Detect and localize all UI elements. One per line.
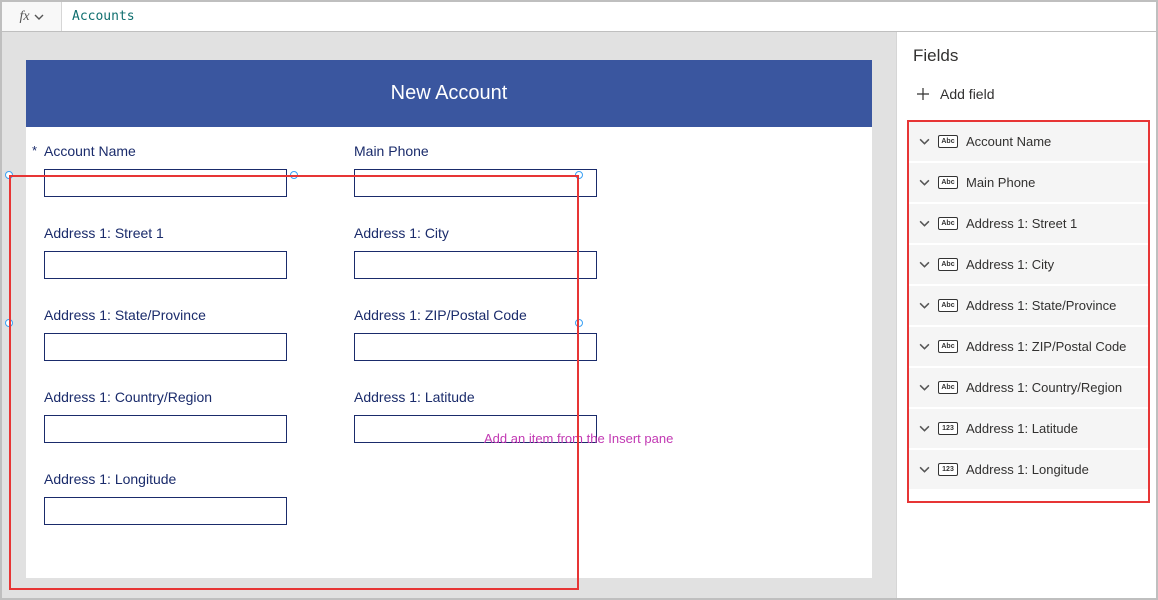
field-item-latitude[interactable]: 123 Address 1: Latitude [909,409,1148,448]
resize-handle[interactable] [5,171,13,179]
field-longitude[interactable]: Address 1: Longitude [44,471,324,525]
type-badge-text-icon: Abc [938,176,958,189]
chevron-down-icon [34,12,44,22]
field-item-main-phone[interactable]: Abc Main Phone [909,163,1148,202]
field-item-account-name[interactable]: Abc Account Name [909,122,1148,161]
canvas-area[interactable]: New Account * Account Name Main Phone Ad… [2,32,896,598]
formula-bar: fx Accounts [2,2,1156,32]
fx-label: fx [19,9,29,25]
resize-handle[interactable] [5,319,13,327]
field-label: Account Name [44,143,324,159]
type-badge-text-icon: Abc [938,217,958,230]
field-item-country-region[interactable]: Abc Address 1: Country/Region [909,368,1148,407]
field-item-state-province[interactable]: Abc Address 1: State/Province [909,286,1148,325]
fields-list: Abc Account Name Abc Main Phone Abc Addr… [907,120,1150,503]
type-badge-number-icon: 123 [938,463,958,476]
chevron-down-icon [919,382,930,393]
field-item-label: Address 1: Latitude [966,421,1078,436]
panel-title: Fields [897,32,1156,78]
field-item-label: Address 1: Longitude [966,462,1089,477]
workspace: New Account * Account Name Main Phone Ad… [2,32,1156,598]
resize-handle[interactable] [575,171,583,179]
chevron-down-icon [919,177,930,188]
type-badge-text-icon: Abc [938,258,958,271]
field-item-longitude[interactable]: 123 Address 1: Longitude [909,450,1148,489]
resize-handle[interactable] [575,319,583,327]
chevron-down-icon [919,464,930,475]
field-item-street-1[interactable]: Abc Address 1: Street 1 [909,204,1148,243]
fields-panel: Fields Add field Abc Account Name Abc Ma… [896,32,1156,598]
text-input[interactable] [44,497,287,525]
chevron-down-icon [919,423,930,434]
chevron-down-icon [919,136,930,147]
field-item-city[interactable]: Abc Address 1: City [909,245,1148,284]
field-item-label: Address 1: Country/Region [966,380,1122,395]
field-item-label: Address 1: City [966,257,1054,272]
type-badge-text-icon: Abc [938,381,958,394]
add-field-button[interactable]: Add field [897,78,1156,120]
chevron-down-icon [919,259,930,270]
field-item-label: Address 1: State/Province [966,298,1116,313]
fx-button[interactable]: fx [2,2,62,31]
field-item-label: Account Name [966,134,1051,149]
field-item-label: Address 1: Street 1 [966,216,1077,231]
form-header: New Account [26,60,872,127]
chevron-down-icon [919,341,930,352]
type-badge-text-icon: Abc [938,135,958,148]
type-badge-number-icon: 123 [938,422,958,435]
plus-icon [916,87,930,101]
chevron-down-icon [919,300,930,311]
resize-handle[interactable] [290,171,298,179]
formula-input[interactable]: Accounts [62,2,1156,31]
field-label: Main Phone [354,143,634,159]
field-item-zip-postal[interactable]: Abc Address 1: ZIP/Postal Code [909,327,1148,366]
field-label: Address 1: Longitude [44,471,324,487]
selection-handles[interactable] [9,175,579,471]
field-item-label: Main Phone [966,175,1035,190]
required-star: * [32,143,37,158]
chevron-down-icon [919,218,930,229]
add-field-label: Add field [940,86,994,102]
type-badge-text-icon: Abc [938,299,958,312]
field-item-label: Address 1: ZIP/Postal Code [966,339,1126,354]
type-badge-text-icon: Abc [938,340,958,353]
